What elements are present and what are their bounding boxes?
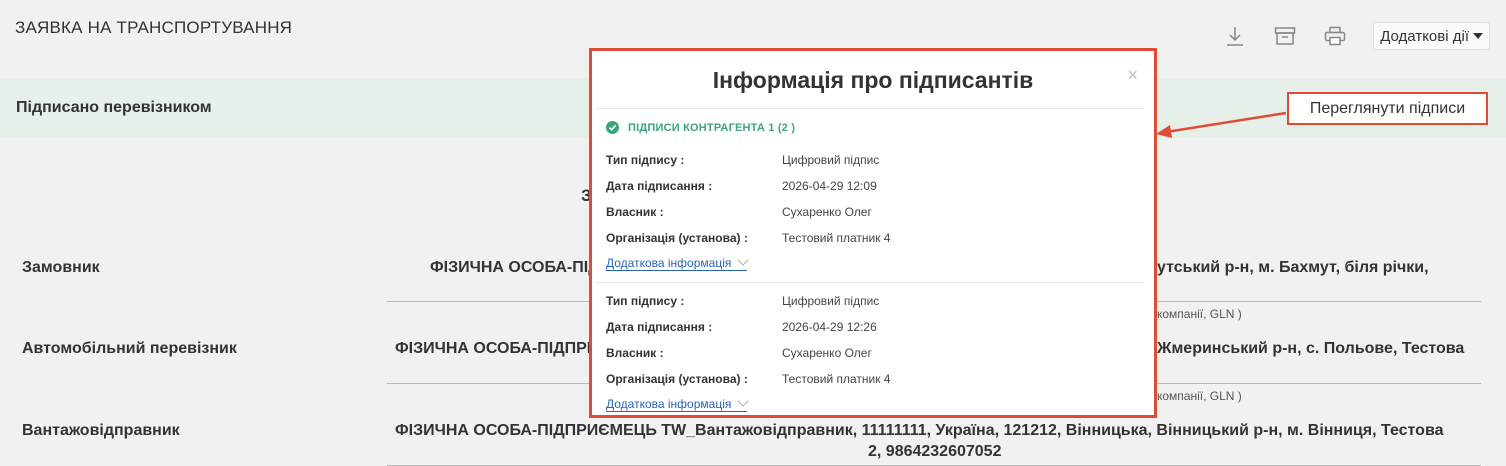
header-actions: Додаткові дії — [1223, 22, 1490, 50]
row-value-shipper-line1: ФІЗИЧНА ОСОБА-ПІДПРИЄМЕЦЬ TW_Вантажовідп… — [395, 422, 1444, 439]
row-sub-carrier: компанії, GLN ) — [1157, 389, 1242, 403]
signature-date-label: Дата підписання : — [606, 179, 713, 193]
more-actions-dropdown[interactable]: Додаткові дії — [1373, 22, 1490, 50]
row-sub-customer: компанії, GLN ) — [1157, 307, 1242, 321]
section-header: ПІДПИСИ КОНТРАГЕНТА 1 (2 ) — [606, 121, 795, 134]
signature-date-value: 2026-04-29 12:09 — [782, 179, 877, 193]
chevron-down-icon — [737, 254, 750, 266]
archive-icon[interactable] — [1273, 24, 1297, 48]
row-value-customer-left: ФІЗИЧНА ОСОБА-ПІД — [430, 259, 600, 276]
close-icon[interactable]: × — [1127, 65, 1138, 86]
signature-type-value: Цифровий підпис — [782, 153, 880, 167]
more-info-label: Додаткова інформація — [606, 256, 732, 270]
row-value-shipper-line2: 2, 9864232607052 — [868, 443, 1002, 460]
signature-owner-value: Сухаренко Олег — [782, 205, 872, 219]
signature-owner-label: Власник : — [606, 346, 664, 360]
more-actions-label: Додаткові дії — [1380, 27, 1469, 45]
section-title: ПІДПИСИ КОНТРАГЕНТА 1 (2 ) — [628, 121, 796, 134]
signature-org-label: Організація (установа) : — [606, 231, 748, 245]
row-value-carrier-right: Жмеринський р-н, с. Польове, Тестова — [1157, 340, 1465, 357]
more-info-link[interactable]: Додаткова інформація — [606, 254, 750, 271]
modal-divider — [596, 282, 1144, 283]
print-icon[interactable] — [1323, 24, 1347, 48]
status-text: Підписано перевізником — [16, 99, 212, 116]
signature-org-value: Тестовий платник 4 — [782, 231, 891, 245]
page-title: ЗАЯВКА НА ТРАНСПОРТУВАННЯ — [15, 18, 293, 37]
signers-info-modal: Інформація про підписантів × ПІДПИСИ КОН… — [589, 48, 1157, 418]
modal-divider — [596, 108, 1144, 109]
annotation-arrow — [1156, 111, 1287, 138]
view-signatures-button[interactable]: Переглянути підписи — [1287, 92, 1488, 125]
signature-owner-label: Власник : — [606, 205, 664, 219]
check-circle-icon — [606, 121, 619, 134]
chevron-down-icon — [737, 395, 750, 407]
signature-type-label: Тип підпису : — [606, 153, 685, 167]
signature-type-value: Цифровий підпис — [782, 294, 880, 308]
more-info-link[interactable]: Додаткова інформація — [606, 395, 750, 412]
row-label-customer: Замовник — [22, 259, 100, 276]
row-value-carrier-left: ФІЗИЧНА ОСОБА-ПІДПРИ — [395, 340, 599, 357]
signature-owner-value: Сухаренко Олег — [782, 346, 872, 360]
signature-type-label: Тип підпису : — [606, 294, 685, 308]
modal-title: Інформація про підписантів — [712, 67, 1034, 93]
row-value-customer-right: утський р-н, м. Бахмут, біля річки, — [1157, 259, 1429, 276]
more-info-label: Додаткова інформація — [606, 397, 732, 411]
signature-date-value: 2026-04-29 12:26 — [782, 320, 877, 334]
signature-org-value: Тестовий платник 4 — [782, 372, 891, 386]
row-label-shipper: Вантажовідправник — [22, 422, 180, 439]
signature-org-label: Організація (установа) : — [606, 372, 748, 386]
caret-down-icon — [1473, 33, 1483, 39]
download-icon[interactable] — [1223, 24, 1247, 48]
signature-date-label: Дата підписання : — [606, 320, 713, 334]
row-label-carrier: Автомобільний перевізник — [22, 340, 237, 357]
